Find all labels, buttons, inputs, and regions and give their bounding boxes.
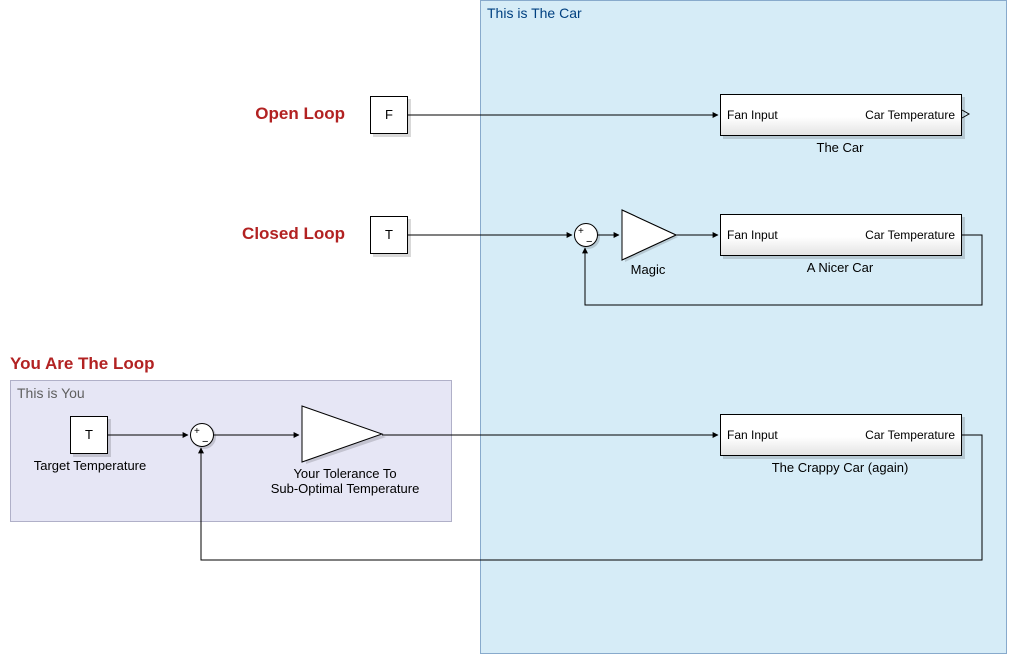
gain-magic-label: Magic <box>608 262 688 277</box>
sum-minus-icon-2: − <box>202 437 208 448</box>
port-out-car-temperature-nicer: Car Temperature <box>865 215 955 255</box>
port-in-fan-input: Fan Input <box>727 95 778 135</box>
sum-minus-icon: − <box>586 237 592 248</box>
label-closed-loop: Closed Loop <box>185 224 345 244</box>
area-car-title: This is The Car <box>481 1 1006 25</box>
gain-tolerance[interactable] <box>300 402 390 467</box>
subsystem-nicer-car-label: A Nicer Car <box>720 260 960 275</box>
constant-T-closed[interactable]: T <box>370 216 408 254</box>
subsystem-nicer-car[interactable]: Fan Input Car Temperature <box>720 214 962 256</box>
label-you-are-the-loop: You Are The Loop <box>10 354 190 374</box>
subsystem-crappy-car[interactable]: Fan Input Car Temperature <box>720 414 962 456</box>
subsystem-the-car[interactable]: Fan Input Car Temperature <box>720 94 962 136</box>
port-out-car-temperature-crappy: Car Temperature <box>865 415 955 455</box>
constant-F[interactable]: F <box>370 96 408 134</box>
sum-you-loop[interactable]: + − <box>190 423 214 447</box>
gain-tolerance-label-line1: Your Tolerance To <box>250 466 440 481</box>
subsystem-crappy-car-label: The Crappy Car (again) <box>720 460 960 475</box>
gain-magic-face <box>620 208 680 263</box>
sum-closed-loop[interactable]: + − <box>574 223 598 247</box>
port-in-fan-input-nicer: Fan Input <box>727 215 778 255</box>
constant-T-target[interactable]: T <box>70 416 108 454</box>
sum-plus-icon: + <box>578 227 584 237</box>
port-out-car-temperature: Car Temperature <box>865 95 955 135</box>
gain-tolerance-label: Your Tolerance To Sub-Optimal Temperatur… <box>250 466 440 496</box>
port-in-fan-input-crappy: Fan Input <box>727 415 778 455</box>
constant-T-target-label: Target Temperature <box>30 458 150 473</box>
sum-plus-icon-2: + <box>194 427 200 437</box>
label-open-loop: Open Loop <box>185 104 345 124</box>
subsystem-the-car-label: The Car <box>720 140 960 155</box>
gain-tolerance-label-line2: Sub-Optimal Temperature <box>250 481 440 496</box>
